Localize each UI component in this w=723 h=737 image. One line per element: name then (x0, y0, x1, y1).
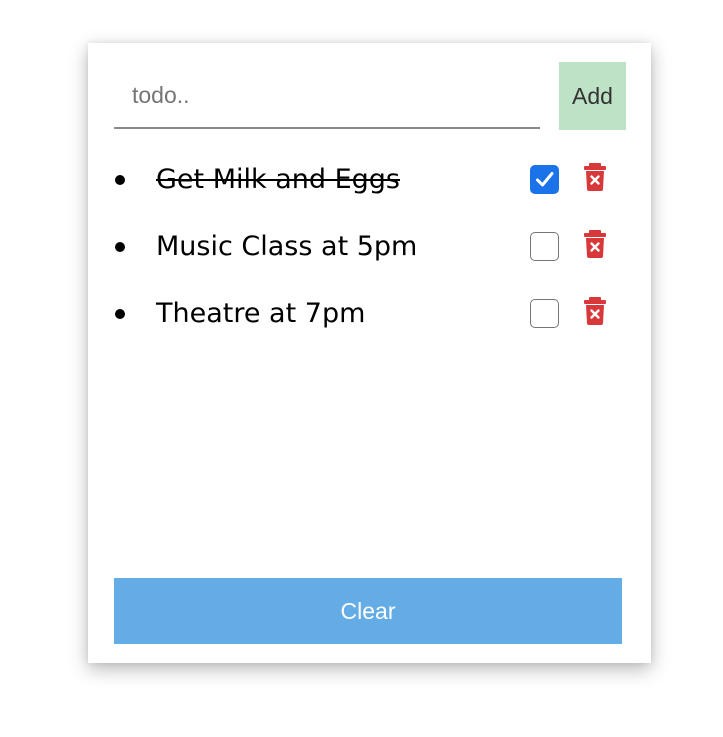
bullet (115, 242, 125, 252)
bullet (115, 175, 125, 185)
list-item: Music Class at 5pm (114, 215, 619, 282)
trash-icon[interactable] (584, 230, 606, 258)
add-button[interactable]: Add (559, 62, 626, 130)
todo-checkbox[interactable] (530, 299, 559, 328)
trash-icon[interactable] (584, 297, 606, 325)
todo-checkbox[interactable] (530, 232, 559, 261)
todo-input[interactable] (114, 63, 540, 129)
todo-text: Theatre at 7pm (156, 298, 366, 329)
list-item: Theatre at 7pm (114, 282, 619, 349)
clear-button[interactable]: Clear (114, 578, 622, 644)
todo-card: Add Get Milk and Eggs Music Class at 5pm (88, 43, 651, 663)
trash-icon[interactable] (584, 163, 606, 191)
list-item: Get Milk and Eggs (114, 148, 619, 215)
todo-list: Get Milk and Eggs Music Class at 5pm The… (114, 148, 619, 349)
todo-checkbox[interactable] (530, 165, 559, 194)
bullet (115, 309, 125, 319)
todo-text: Music Class at 5pm (156, 231, 418, 262)
todo-text: Get Milk and Eggs (156, 164, 401, 195)
check-icon (536, 172, 554, 187)
